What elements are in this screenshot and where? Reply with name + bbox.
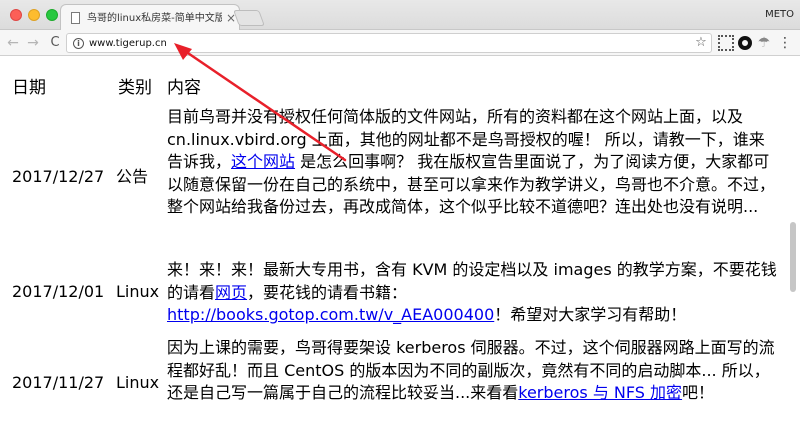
menu-icon[interactable]: ⋮ (778, 34, 792, 52)
forward-arrow-icon[interactable]: → (24, 34, 42, 52)
info-icon[interactable]: i (73, 38, 84, 49)
url-text[interactable]: www.tigerup.cn (89, 36, 489, 51)
row-category: 公告 (116, 167, 149, 186)
row-category: Linux (116, 282, 160, 301)
umbrella-extension-icon[interactable]: ☂ (756, 35, 772, 51)
tab-title: 鸟哥的linux私房菜-简单中文版 (87, 13, 222, 24)
row-link[interactable]: kerberos 与 NFS 加密 (518, 383, 682, 402)
page-content: 日期 类别 内容 2017/12/27 公告 目前鸟哥并没有授权任何简体版的文件… (0, 57, 800, 441)
table-row: 2017/12/27 公告 目前鸟哥并没有授权任何简体版的文件网站，所有的资料都… (0, 104, 790, 254)
minimize-window-button[interactable] (28, 9, 40, 21)
row-link[interactable]: 网页 (215, 283, 247, 302)
row-content: 因为上课的需要，鸟哥得要架设 kerberos 伺服器。不过，这个伺服器网路上面… (167, 338, 775, 402)
close-window-button[interactable] (10, 9, 22, 21)
profile-name[interactable]: METO (742, 7, 794, 23)
new-tab-button[interactable] (233, 10, 265, 26)
table-row: 2017/11/27 Linux 因为上课的需要，鸟哥得要架设 kerberos… (0, 333, 790, 441)
header-content: 内容 (167, 78, 201, 98)
row-link[interactable]: http://books.gotop.com.tw/v_AEA000400 (167, 305, 494, 324)
header-category: 类别 (118, 78, 152, 98)
row-date: 2017/12/27 (12, 167, 105, 186)
row-content: 目前鸟哥并没有授权任何简体版的文件网站，所有的资料都在这个网站上面，以及 cn.… (167, 107, 776, 216)
window-titlebar: 鸟哥的linux私房菜-简单中文版 × METO (0, 0, 800, 31)
star-icon[interactable]: ☆ (693, 35, 709, 51)
vertical-scrollbar[interactable] (790, 222, 796, 292)
row-date: 2017/12/01 (12, 282, 105, 301)
reload-icon[interactable]: C (46, 34, 64, 52)
table-row: 2017/12/01 Linux 来！来！来！最新大专用书，含有 KVM 的设定… (0, 253, 790, 333)
header-date: 日期 (12, 78, 46, 98)
row-link[interactable]: 这个网站 (231, 152, 295, 171)
page-document-icon (71, 12, 80, 24)
maximize-window-button[interactable] (46, 9, 58, 21)
row-content: 来！来！来！最新大专用书，含有 KVM 的设定档以及 images 的教学方案，… (167, 260, 777, 324)
browser-tab[interactable]: 鸟哥的linux私房菜-简单中文版 × (60, 4, 240, 31)
back-arrow-icon[interactable]: ← (4, 34, 22, 52)
row-date: 2017/11/27 (12, 373, 105, 392)
browser-toolbar: ← → C i www.tigerup.cn ☆ ☂ ⋮ (0, 30, 800, 56)
qr-extension-icon[interactable] (718, 35, 734, 51)
row-category: Linux (116, 373, 160, 392)
circle-extension-icon[interactable] (738, 36, 752, 50)
address-bar[interactable]: i www.tigerup.cn ☆ (66, 33, 712, 53)
